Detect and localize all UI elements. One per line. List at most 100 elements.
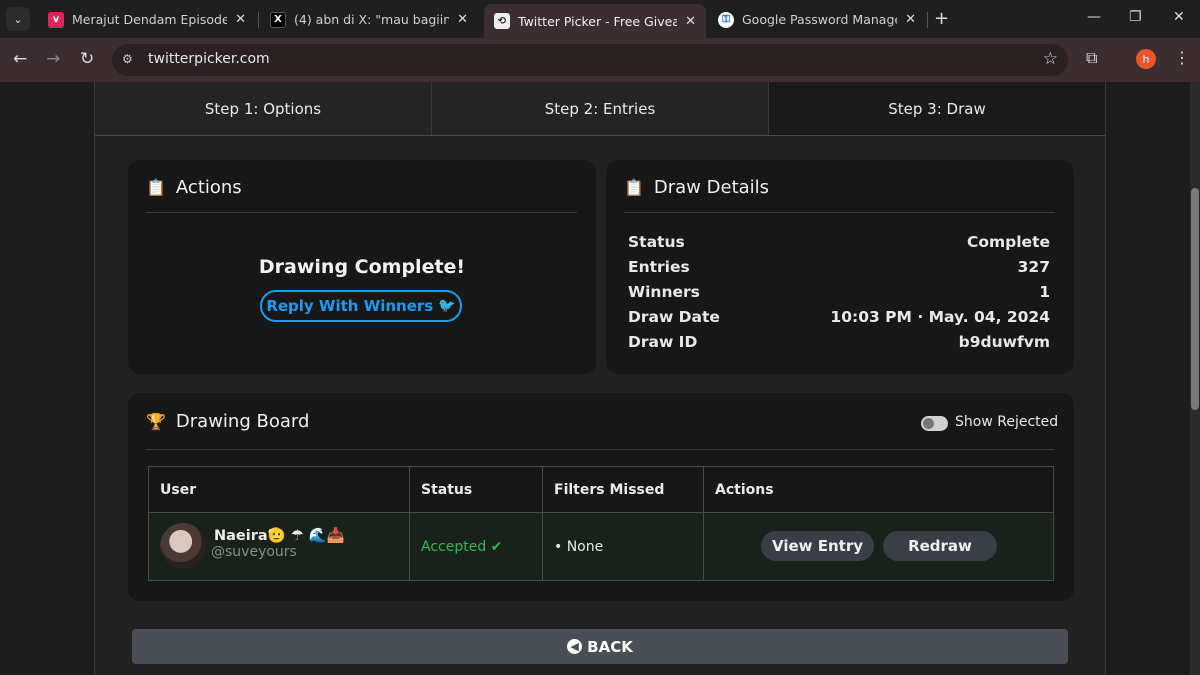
profile-avatar[interactable]: h — [1136, 49, 1156, 69]
drawing-complete-heading: Drawing Complete! — [258, 256, 466, 278]
user-name-emoji: 🫡 ☂ 🌊📥 — [267, 528, 345, 544]
key-icon: ⚿ — [718, 11, 734, 28]
detail-row-draw-date: Draw Date 10:03 PM · May. 04, 2024 — [628, 308, 1050, 326]
close-icon[interactable]: ✕ — [457, 12, 468, 27]
browser-toolbar: ← → ↻ ⚙ twitterpicker.com ☆ ⧉ h ⋮ — [0, 38, 1200, 82]
minimize-icon[interactable]: — — [1087, 9, 1101, 25]
draw-details-card: 📋 Draw Details Status Complete Entries 3… — [606, 160, 1074, 374]
back-arrow-icon[interactable]: ← — [13, 49, 27, 69]
twitter-picker-icon: ⟲ — [494, 13, 510, 29]
reply-with-winners-button[interactable]: Reply With Winners 🐦 — [260, 290, 462, 322]
show-rejected-toggle[interactable] — [921, 416, 948, 431]
user-handle[interactable]: @suveyours — [211, 544, 297, 560]
detail-row-status: Status Complete — [628, 233, 1050, 251]
step-tabs: Step 1: Options Step 2: Entries Step 3: … — [95, 82, 1105, 136]
tab-step-entries[interactable]: Step 2: Entries — [432, 82, 769, 135]
back-button[interactable]: ◀ BACK — [132, 629, 1068, 664]
twitter-bird-icon: 🐦 — [438, 298, 456, 314]
restore-icon[interactable]: ❐ — [1129, 9, 1142, 25]
chevron-down-icon: ⌄ — [13, 12, 23, 26]
detail-label: Draw Date — [628, 308, 720, 326]
close-icon[interactable]: ✕ — [905, 12, 916, 27]
extensions-puzzle-icon[interactable]: ⧉ — [1086, 48, 1097, 68]
status-badge: Accepted — [421, 538, 487, 555]
column-header-status: Status — [409, 466, 543, 513]
main-panel: Step 1: Options Step 2: Entries Step 3: … — [94, 82, 1106, 675]
drawing-board-title: 🏆 Drawing Board — [146, 411, 309, 432]
table-header-row: User Status Filters Missed Actions — [148, 466, 1054, 513]
url-text[interactable]: twitterpicker.com — [148, 51, 270, 67]
close-window-icon[interactable]: ✕ — [1173, 9, 1185, 25]
tab-step-options[interactable]: Step 1: Options — [95, 82, 432, 135]
site-settings-icon[interactable]: ⚙ — [122, 52, 138, 68]
tab-search-button[interactable]: ⌄ — [6, 7, 30, 31]
filters-missed-value: • None — [554, 538, 604, 555]
divider — [146, 212, 577, 213]
filters-missed-cell: • None — [542, 512, 704, 581]
forward-arrow-icon[interactable]: → — [46, 49, 60, 69]
column-header-actions: Actions — [703, 466, 1054, 513]
tab-password-manager[interactable]: ⚿ Google Password Manager ✕ — [708, 5, 926, 34]
divider — [146, 449, 1054, 450]
x-logo-icon: X — [270, 11, 286, 28]
more-menu-icon[interactable]: ⋮ — [1174, 48, 1190, 67]
divider — [624, 212, 1055, 213]
tab-strip: ⌄ v Merajut Dendam Episode 4 - Se ✕ X (4… — [0, 0, 1200, 38]
detail-row-winners: Winners 1 — [628, 283, 1050, 301]
redraw-button[interactable]: Redraw — [883, 531, 997, 561]
clipboard-check-icon: 📋 — [146, 178, 166, 197]
new-tab-plus-icon[interactable]: + — [934, 8, 949, 29]
detail-label: Draw ID — [628, 333, 698, 351]
close-icon[interactable]: ✕ — [685, 14, 696, 29]
detail-value: 10:03 PM · May. 04, 2024 — [830, 308, 1050, 326]
viu-icon: v — [48, 11, 64, 28]
detail-label: Winners — [628, 283, 700, 301]
user-cell: Naeira🫡 ☂ 🌊📥 @suveyours — [148, 512, 410, 581]
drawing-board-card: 🏆 Drawing Board Show Rejected User Statu… — [128, 393, 1074, 601]
tab-title: Merajut Dendam Episode 4 - Se — [72, 12, 228, 27]
entries-table: User Status Filters Missed Actions Naeir… — [148, 466, 1054, 581]
avatar[interactable] — [160, 523, 206, 569]
detail-row-entries: Entries 327 — [628, 258, 1050, 276]
actions-cell: View Entry Redraw — [703, 512, 1054, 581]
column-header-user: User — [148, 466, 410, 513]
detail-label: Entries — [628, 258, 690, 276]
detail-value: 1 — [1039, 283, 1050, 301]
scrollbar-thumb[interactable] — [1191, 188, 1199, 410]
detail-value: Complete — [966, 233, 1050, 251]
clipboard-list-icon: 📋 — [624, 178, 644, 197]
close-icon[interactable]: ✕ — [235, 12, 246, 27]
detail-label: Status — [628, 233, 685, 251]
column-header-filters-missed: Filters Missed — [542, 466, 704, 513]
user-name[interactable]: Naeira🫡 ☂ 🌊📥 — [214, 527, 345, 544]
actions-card-title: 📋 Actions — [146, 177, 242, 198]
view-entry-button[interactable]: View Entry — [761, 531, 874, 561]
tab-divider — [258, 12, 259, 28]
tab-title: Google Password Manager — [742, 12, 898, 27]
show-rejected-label: Show Rejected — [955, 414, 1059, 430]
tab-title: Twitter Picker - Free Giveaway P — [518, 13, 678, 29]
tab-x-post[interactable]: X (4) abn di X: "mau bagiin saldo ✕ — [260, 5, 478, 34]
draw-details-title: 📋 Draw Details — [624, 177, 769, 198]
tab-step-draw[interactable]: Step 3: Draw — [769, 82, 1105, 135]
actions-card: 📋 Actions Drawing Complete! Reply With W… — [128, 160, 596, 374]
detail-row-draw-id: Draw ID b9duwfvm — [628, 333, 1050, 351]
address-bar[interactable]: ⚙ twitterpicker.com ☆ — [112, 44, 1068, 76]
back-button-label: BACK — [587, 637, 633, 656]
table-row: Naeira🫡 ☂ 🌊📥 @suveyours Accepted ✔ • Non… — [148, 512, 1054, 581]
card-title-text: Drawing Board — [175, 411, 310, 432]
tab-divider — [927, 12, 928, 28]
tab-title: (4) abn di X: "mau bagiin saldo — [294, 12, 450, 27]
user-name-text: Naeira — [214, 528, 268, 544]
card-title-text: Draw Details — [653, 177, 770, 198]
tab-merajut[interactable]: v Merajut Dendam Episode 4 - Se ✕ — [38, 5, 256, 34]
reload-icon[interactable]: ↻ — [80, 49, 94, 69]
detail-value: b9duwfvm — [958, 333, 1050, 351]
trophy-icon: 🏆 — [146, 412, 166, 431]
bookmark-star-icon[interactable]: ☆ — [1043, 49, 1058, 69]
status-cell: Accepted ✔ — [409, 512, 543, 581]
check-circle-icon: ✔ — [490, 538, 503, 555]
arrow-left-circle-icon: ◀ — [567, 639, 583, 654]
tab-twitter-picker[interactable]: ⟲ Twitter Picker - Free Giveaway P ✕ — [484, 4, 706, 38]
card-title-text: Actions — [175, 177, 242, 198]
